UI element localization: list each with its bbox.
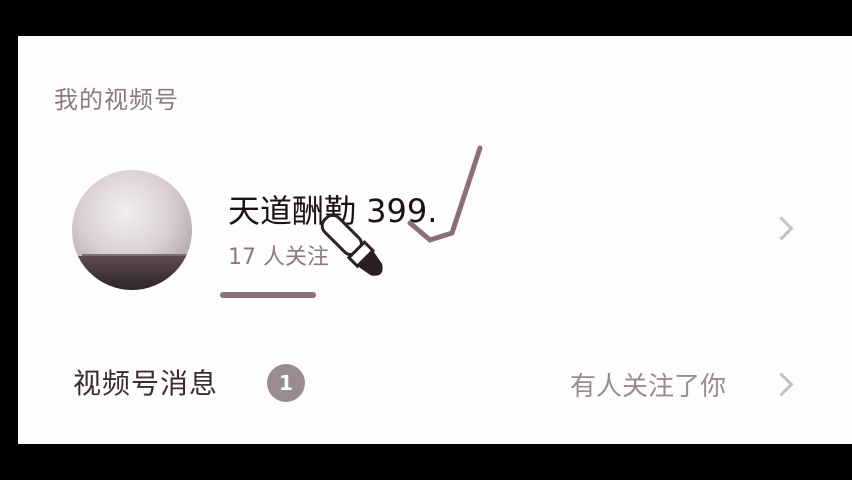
annotation-stroke xyxy=(449,145,483,236)
unread-badge: 1 xyxy=(267,364,305,402)
messages-status: 有人关注了你 xyxy=(570,372,727,402)
section-title: 我的视频号 xyxy=(54,86,179,114)
messages-label: 视频号消息 xyxy=(73,367,219,400)
follower-count: 17 人关注 xyxy=(228,245,329,270)
chevron-right-icon[interactable] xyxy=(769,372,794,397)
avatar-ground xyxy=(72,256,192,290)
video-channel-panel: 我的视频号 天道酬勤 399. 17 人关注 视频号消息 1 有人关注了你 xyxy=(18,36,852,444)
name-underline-mark xyxy=(220,292,316,298)
avatar[interactable] xyxy=(72,170,192,290)
channel-name: 天道酬勤 399. xyxy=(228,192,438,230)
chevron-right-icon[interactable] xyxy=(769,216,794,241)
